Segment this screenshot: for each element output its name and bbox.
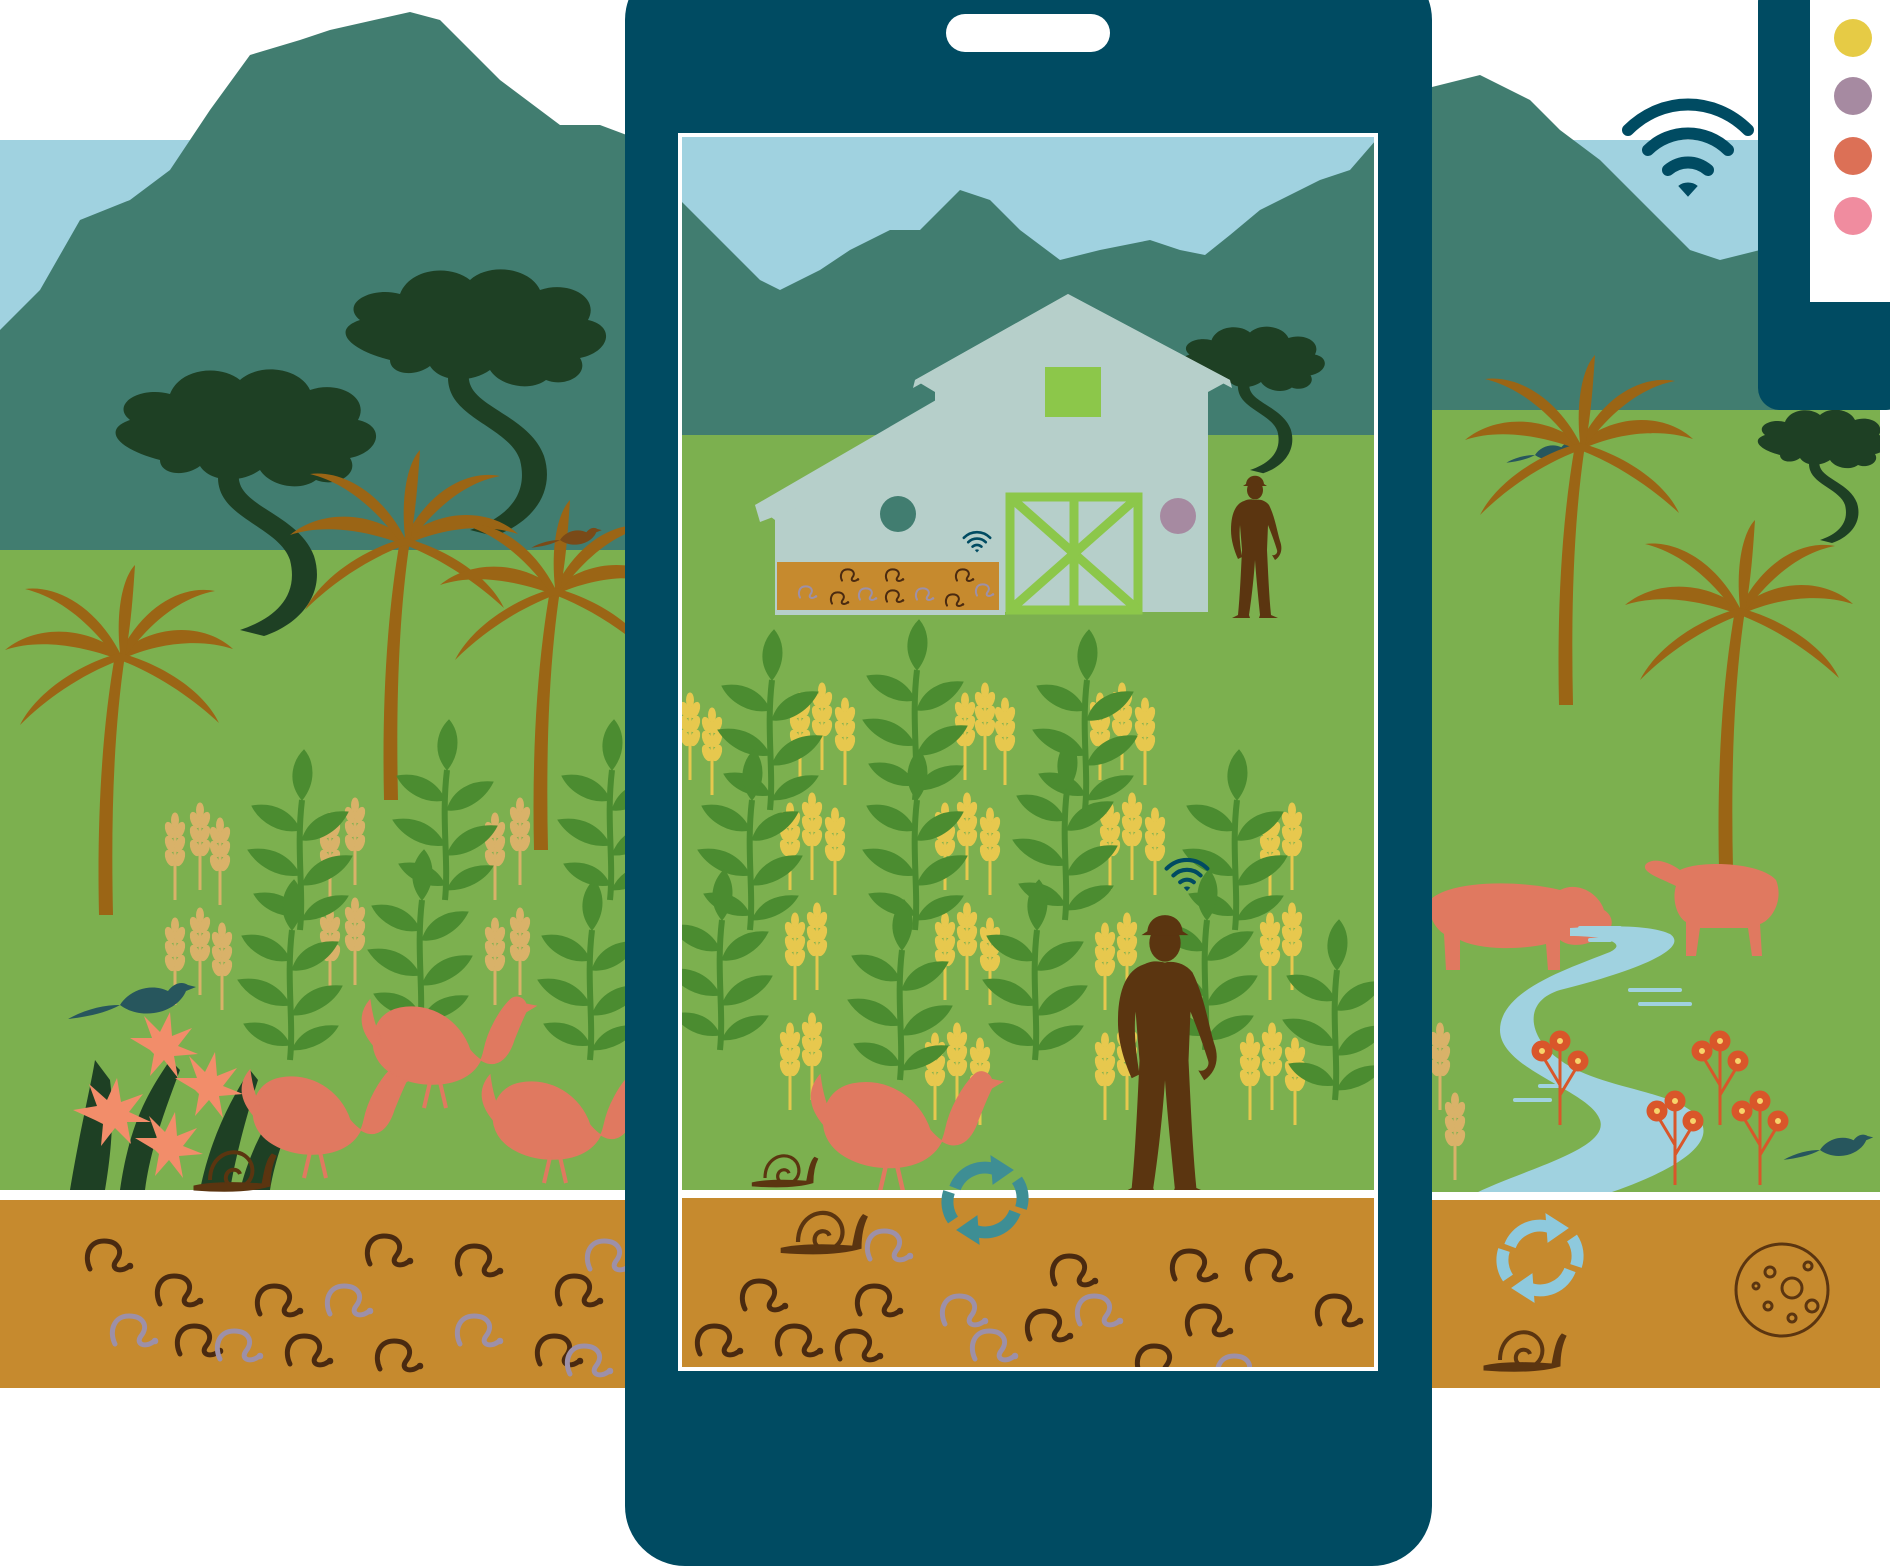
status-dot-coral	[1834, 137, 1872, 175]
status-dot-yellow	[1834, 19, 1872, 57]
soil-divider	[1432, 1192, 1880, 1200]
phone-speaker-slot	[946, 14, 1110, 52]
soil-band	[0, 1200, 625, 1388]
barn-porthole-teal	[880, 496, 916, 532]
left-landscape-panel	[0, 12, 625, 1388]
smartphone-device	[625, 0, 1432, 1566]
barn-loft-window	[1045, 367, 1101, 417]
status-dot-mauve	[1834, 77, 1872, 115]
meadow	[1430, 410, 1880, 1200]
tablet-device	[1758, 0, 1890, 410]
soil-divider	[0, 1192, 625, 1200]
soil-band	[680, 1198, 1376, 1369]
status-dot-pink	[1834, 197, 1872, 235]
soil-band	[1430, 1200, 1880, 1388]
farm-scene	[0, 0, 1890, 1566]
barn-porthole-mauve	[1160, 498, 1196, 534]
